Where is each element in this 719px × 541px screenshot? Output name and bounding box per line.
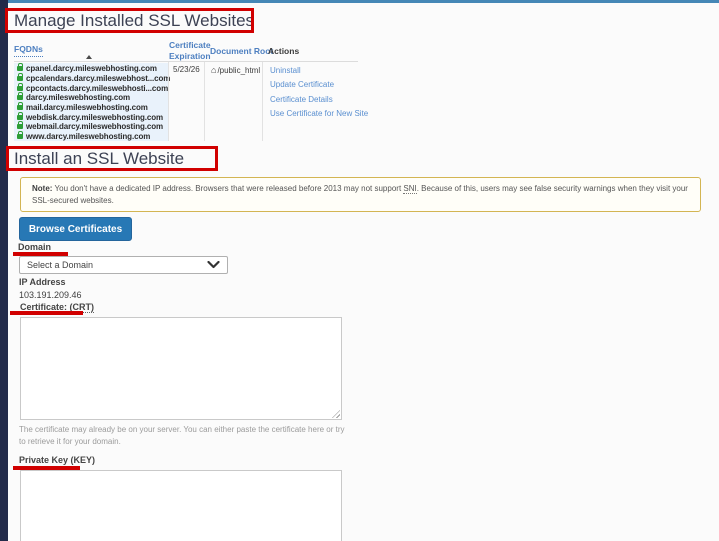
annotation-underline-domain [13, 252, 68, 256]
ip-address-value: 103.191.209.46 [19, 290, 82, 300]
lock-icon [17, 131, 23, 140]
note-label: Note: [32, 184, 53, 193]
fqdn-item: cpanel.darcy.mileswebhosting.com [14, 63, 168, 74]
fqdn-item: cpcalendars.darcy.mileswebhost...com [14, 73, 171, 84]
lock-icon [17, 102, 23, 111]
lock-icon [17, 121, 23, 130]
lock-icon [17, 63, 23, 72]
actions-cell: Uninstall Update Certificate Certificate D… [270, 64, 368, 122]
action-link[interactable]: Update Certificate [270, 78, 365, 92]
ssl-manage-install-page: Manage Installed SSL Websites FQDNs Cert… [0, 0, 719, 541]
note-text-before: You don't have a dedicated IP address. B… [52, 184, 404, 193]
domain-select[interactable]: Select a Domain [19, 256, 228, 274]
certificate-expiration-value: 5/23/26 [173, 65, 200, 74]
lock-icon [17, 82, 23, 91]
lock-icon [17, 73, 23, 82]
install-section-title: Install an SSL Website [14, 149, 185, 168]
fqdn-label: cpcontacts.darcy.mileswebhosti...com [26, 83, 169, 93]
annotation-underline-certificate [10, 311, 83, 315]
fqdn-item: mail.darcy.mileswebhosting.com [14, 102, 168, 113]
sni-note-callout: Note: You don't have a dedicated IP addr… [20, 177, 701, 212]
fqdn-label: www.darcy.mileswebhosting.com [26, 132, 151, 142]
domain-select-value: Select a Domain [27, 260, 94, 270]
fqdn-label: darcy.mileswebhosting.com [26, 93, 131, 103]
sni-term: SNI [403, 184, 417, 194]
fqdn-item: cpcontacts.darcy.mileswebhosti...com [14, 82, 169, 93]
annotation-underline-private-key [13, 466, 80, 470]
sidebar-edge [0, 0, 8, 541]
fqdn-item: www.darcy.mileswebhosting.com [14, 131, 168, 142]
top-border-line [8, 0, 719, 3]
browse-certificates-button[interactable]: Browse Certificates [19, 217, 132, 241]
chevron-down-icon [207, 261, 220, 269]
home-icon: ⌂ [211, 65, 217, 75]
fqdn-item: darcy.mileswebhosting.com [14, 92, 168, 103]
lock-icon [17, 111, 23, 120]
manage-section-title: Manage Installed SSL Websites [14, 11, 255, 30]
sort-asc-icon[interactable] [86, 55, 92, 59]
fqdn-label: webmail.darcy.mileswebhosting.com [26, 122, 164, 132]
table-header-divider [14, 61, 358, 62]
fqdn-label: cpcalendars.darcy.mileswebhost...com [26, 74, 171, 84]
action-link[interactable]: Use Certificate for New Site [270, 107, 368, 121]
fqdn-list-cell: cpanel.darcy.mileswebhosting.com cpcalen… [14, 63, 171, 142]
certificate-textarea[interactable] [20, 317, 342, 420]
column-header-certificate-expiration: Certificate Expiration [169, 40, 211, 61]
lock-icon [17, 92, 23, 101]
fqdn-item: webmail.darcy.mileswebhosting.com [14, 121, 168, 132]
column-divider [262, 62, 263, 141]
certificate-help-text: The certificate may already be on your s… [19, 425, 345, 446]
column-header-actions: Actions [268, 46, 300, 56]
document-root-path: /public_html [217, 66, 261, 75]
ip-address-label: IP Address [19, 277, 66, 287]
document-root-value: ⌂/public_html [211, 65, 260, 75]
fqdn-item: webdisk.darcy.mileswebhosting.com [14, 111, 168, 122]
column-divider [204, 62, 205, 141]
fqdn-label: cpanel.darcy.mileswebhosting.com [26, 64, 157, 74]
column-divider [168, 62, 169, 141]
action-link[interactable]: Certificate Details [270, 93, 365, 107]
private-key-label: Private Key (KEY) [19, 455, 96, 465]
fqdn-label: mail.darcy.mileswebhosting.com [26, 103, 148, 113]
action-link[interactable]: Uninstall [270, 64, 365, 78]
private-key-textarea[interactable] [20, 470, 342, 541]
column-header-fqdns[interactable]: FQDNs [14, 44, 43, 57]
column-header-document-root: Document Root [210, 46, 274, 56]
fqdn-label: webdisk.darcy.mileswebhosting.com [26, 112, 164, 122]
